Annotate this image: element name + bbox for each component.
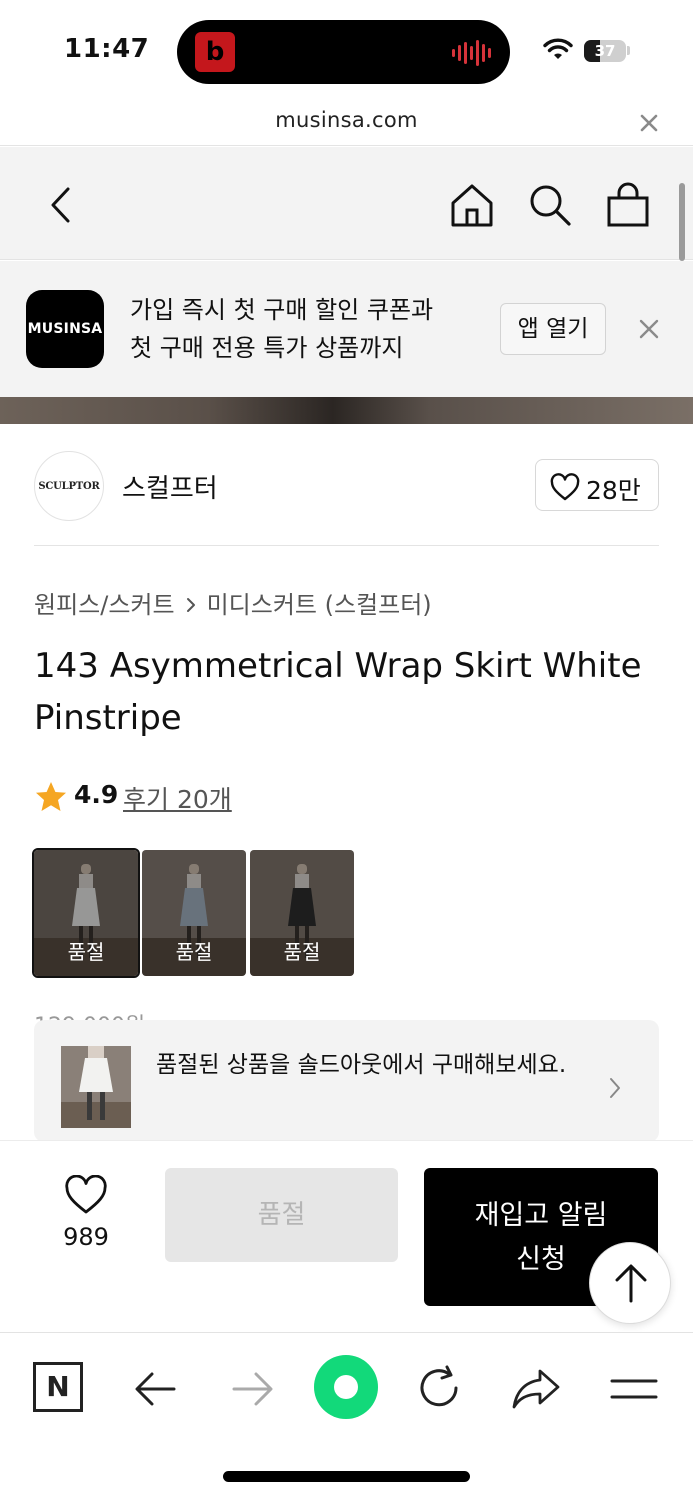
home-indicator[interactable] [223, 1471, 470, 1482]
refresh-icon[interactable] [414, 1363, 466, 1415]
wishlist-count: 989 [63, 1223, 109, 1251]
color-option-thumb[interactable]: 품절 [32, 848, 140, 978]
review-count-link[interactable]: 후기 20개 [123, 780, 232, 816]
status-time: 11:47 [64, 34, 150, 64]
wishlist-button[interactable]: 989 [40, 1171, 132, 1261]
status-bar: 11:47 b 37 [0, 0, 693, 100]
green-dot-button[interactable] [314, 1355, 378, 1419]
menu-icon[interactable] [608, 1363, 660, 1415]
purchase-action-bar: 989 품절 재입고 알림 신청 [0, 1140, 693, 1332]
product-thumbnail [61, 1046, 131, 1128]
heart-icon [65, 1175, 107, 1214]
soldout-label: 품절 [175, 940, 213, 964]
open-app-button[interactable]: 앱 열기 [500, 303, 606, 355]
rating-value: 4.9 [74, 780, 119, 809]
color-options: 품절 품절 품절 [32, 848, 364, 978]
battery-indicator: 37 [584, 40, 626, 62]
product-hero-image[interactable] [0, 397, 693, 424]
forward-arrow-icon[interactable] [226, 1363, 278, 1415]
brand-row: SCULPTOR 스컬프터 28만 [34, 446, 659, 546]
breadcrumb-subcategory[interactable]: 미디스커트 (스컬프터) [207, 585, 432, 620]
soldout-button[interactable]: 품절 [165, 1168, 398, 1262]
wifi-icon [543, 38, 573, 59]
arrow-up-icon [615, 1264, 647, 1303]
breadcrumb-category[interactable]: 원피스/스커트 [34, 585, 175, 620]
green-dot-icon [334, 1375, 358, 1399]
dynamic-island[interactable]: b [177, 20, 510, 84]
home-icon[interactable] [448, 181, 496, 229]
soldout-promo-text: 품절된 상품을 솔드아웃에서 구매해보세요. [156, 1052, 567, 1078]
audio-wave-icon [452, 40, 491, 66]
musinsa-logo: MUSINSA [26, 290, 104, 368]
share-icon[interactable] [510, 1363, 562, 1415]
brand-like-count: 28만 [586, 476, 641, 505]
url-text[interactable]: musinsa.com [0, 108, 693, 132]
soldout-promo-card[interactable]: 품절된 상품을 솔드아웃에서 구매해보세요. [34, 1020, 659, 1142]
chevron-right-icon [610, 1078, 620, 1098]
browser-url-bar[interactable]: musinsa.com [0, 100, 693, 146]
close-icon[interactable] [636, 110, 662, 136]
back-arrow-icon[interactable] [130, 1363, 182, 1415]
island-app-icon: b [195, 32, 235, 72]
skirt-figure-image [61, 1046, 131, 1128]
color-option-thumb[interactable]: 품절 [142, 850, 246, 976]
soldout-label: 품절 [283, 940, 321, 964]
brand-logo[interactable]: SCULPTOR [34, 451, 104, 521]
star-icon [36, 782, 66, 811]
promo-message: 가입 즉시 첫 구매 할인 쿠폰과 첫 구매 전용 특가 상품까지 [130, 296, 434, 362]
naver-n-button[interactable]: N [33, 1362, 83, 1412]
chevron-left-icon[interactable] [40, 183, 84, 227]
battery-level-text: 37 [594, 42, 616, 60]
scrollbar-thumb[interactable] [679, 183, 685, 261]
brand-like-button[interactable]: 28만 [535, 459, 659, 511]
search-icon[interactable] [526, 181, 574, 229]
site-header [0, 147, 693, 261]
chevron-right-icon [186, 598, 195, 612]
brand-name[interactable]: 스컬프터 [122, 468, 218, 505]
heart-icon [550, 473, 580, 501]
close-icon[interactable] [636, 316, 662, 342]
scroll-to-top-button[interactable] [589, 1242, 671, 1324]
battery-cap [627, 46, 630, 55]
breadcrumb: 원피스/스커트 미디스커트 (스컬프터) [34, 585, 432, 620]
app-promo-banner: MUSINSA 가입 즉시 첫 구매 할인 쿠폰과 첫 구매 전용 특가 상품까… [0, 261, 693, 397]
shopping-bag-icon[interactable] [604, 181, 652, 229]
product-title: 143 Asymmetrical Wrap Skirt White Pinstr… [34, 646, 642, 738]
color-option-thumb[interactable]: 품절 [250, 850, 354, 976]
soldout-label: 품절 [67, 940, 105, 964]
